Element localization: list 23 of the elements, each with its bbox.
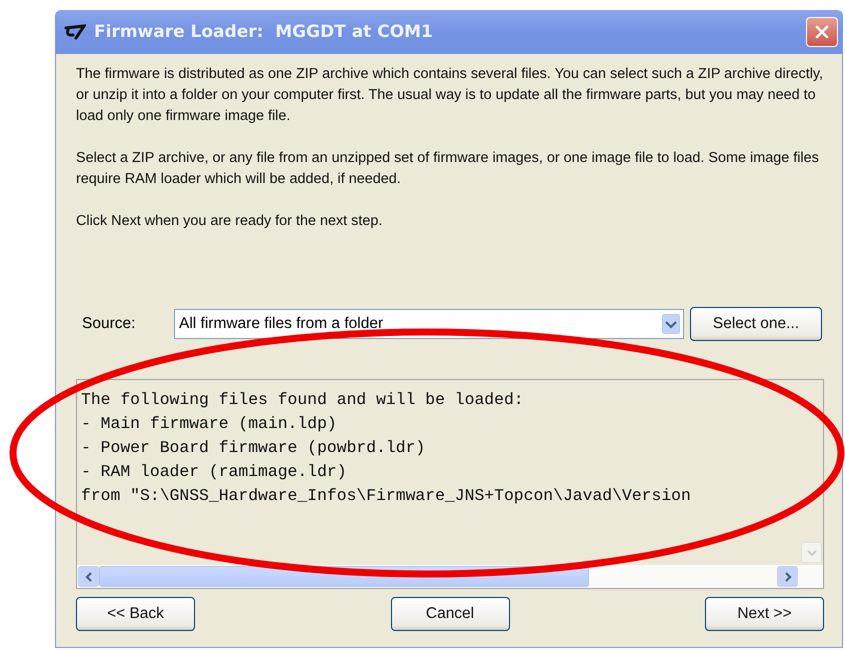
dialog-button[interactable]: Next >> (705, 597, 824, 631)
chevron-down-icon (662, 314, 680, 334)
log-line: The following files found and will be loaded: (81, 389, 525, 411)
instruction-text: Click Next when you are ready for the next step. (76, 212, 384, 231)
chevron-left-icon (84, 570, 94, 582)
log-line: - Power Board firmware (powbrd.ldr) (81, 437, 426, 459)
log-line: from "S:\GNSS_Hardware_Infos\Firmware_JNS+Topcon\Javad\Version (81, 485, 692, 507)
chevron-down-icon (806, 548, 818, 558)
scroll-left-button[interactable] (78, 566, 99, 587)
instruction-text: Select a ZIP archive, or any file from an unzipped set of firmware images, or one image file to load. Some image files require RAM loader which will be added, if needed. (76, 149, 820, 189)
window-title: Firmware Loader: MGGDT at COM1 (94, 22, 434, 42)
close-icon (814, 24, 830, 40)
log-line: - Main firmware (main.ldp) (81, 413, 338, 435)
hook-icon (64, 24, 86, 40)
dialog-button[interactable]: Cancel (390, 597, 510, 631)
log-line: - RAM loader (ramimage.ldr) (81, 461, 348, 483)
source-label: Source: (81, 315, 136, 333)
dialog-button[interactable]: << Back (76, 597, 195, 631)
select-one-button[interactable]: Select one... (690, 307, 822, 341)
chevron-right-icon (782, 570, 792, 582)
instruction-text: The firmware is distributed as one ZIP archive which contains several files. You can select such a ZIP archive directly, or unzip it into a folder on your computer first. The usual way is to update all the firmware parts, but you may need to load only one firmware image file. (76, 65, 824, 126)
close-button[interactable] (806, 17, 838, 47)
scroll-right-button[interactable] (777, 566, 798, 587)
